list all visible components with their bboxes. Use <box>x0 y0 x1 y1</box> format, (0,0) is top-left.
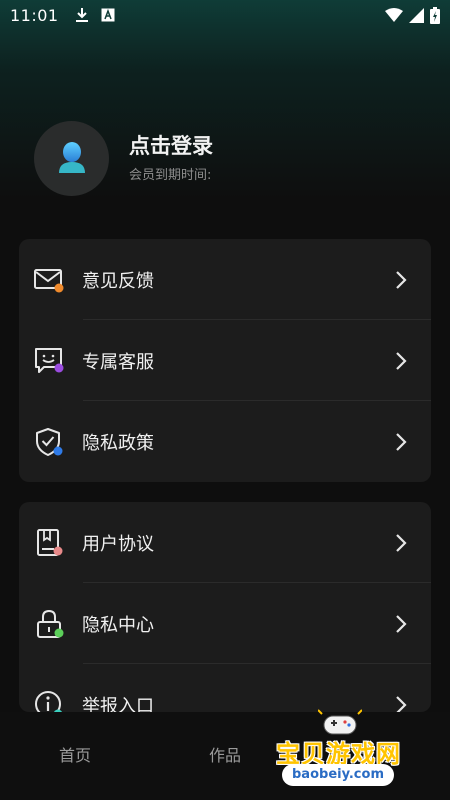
menu-item-privacy-policy[interactable]: 隐私政策 <box>19 401 431 482</box>
book-icon <box>32 526 66 560</box>
profile-section[interactable]: 点击登录 会员到期时间: <box>34 118 434 198</box>
avatar[interactable] <box>34 120 109 196</box>
wifi-icon <box>385 7 403 23</box>
battery-charging-icon <box>430 6 440 24</box>
menu-label-report: 举报入口 <box>82 695 154 713</box>
download-icon <box>75 7 89 23</box>
shield-check-icon <box>32 425 66 459</box>
mail-icon <box>32 263 66 297</box>
menu-label-user-agreement: 用户协议 <box>82 533 154 555</box>
profile-text: 点击登录 会员到期时间: <box>129 132 213 184</box>
menu-label-privacy-policy: 隐私政策 <box>82 432 154 454</box>
menu-item-report[interactable]: 举报入口 <box>19 664 431 712</box>
chevron-right-icon <box>396 270 407 289</box>
status-bar: 11:01 <box>0 0 450 30</box>
tab-home[interactable]: 首页 <box>0 712 150 766</box>
info-icon <box>32 688 66 712</box>
lock-icon <box>32 607 66 641</box>
status-time: 11:01 <box>10 5 59 25</box>
watermark: 宝贝游戏网 baobeiy.com <box>272 708 422 794</box>
chevron-right-icon <box>396 351 407 370</box>
chevron-right-icon <box>396 614 407 633</box>
menu-item-customer-service[interactable]: 专属客服 <box>19 320 431 401</box>
menu-card-2: 用户协议 隐私中心 举报入口 <box>19 502 431 712</box>
signal-icon <box>409 7 424 23</box>
user-avatar-icon <box>58 142 85 173</box>
menu-item-user-agreement[interactable]: 用户协议 <box>19 502 431 583</box>
status-left-icons <box>75 7 115 23</box>
member-expire-label: 会员到期时间: <box>129 168 212 183</box>
menu-label-feedback: 意见反馈 <box>82 270 154 292</box>
chevron-right-icon <box>396 432 407 451</box>
login-label[interactable]: 点击登录 <box>129 132 213 160</box>
chat-smile-icon <box>32 344 66 378</box>
menu-item-feedback[interactable]: 意见反馈 <box>19 239 431 320</box>
chevron-right-icon <box>396 533 407 552</box>
menu-label-customer-service: 专属客服 <box>82 351 154 373</box>
menu-item-privacy-center[interactable]: 隐私中心 <box>19 583 431 664</box>
a-box-icon <box>101 8 115 22</box>
status-right-icons <box>385 6 440 24</box>
menu-label-privacy-center: 隐私中心 <box>82 614 154 636</box>
menu-card-1: 意见反馈 专属客服 隐私政策 <box>19 239 431 482</box>
watermark-url: baobeiy.com <box>282 764 394 786</box>
